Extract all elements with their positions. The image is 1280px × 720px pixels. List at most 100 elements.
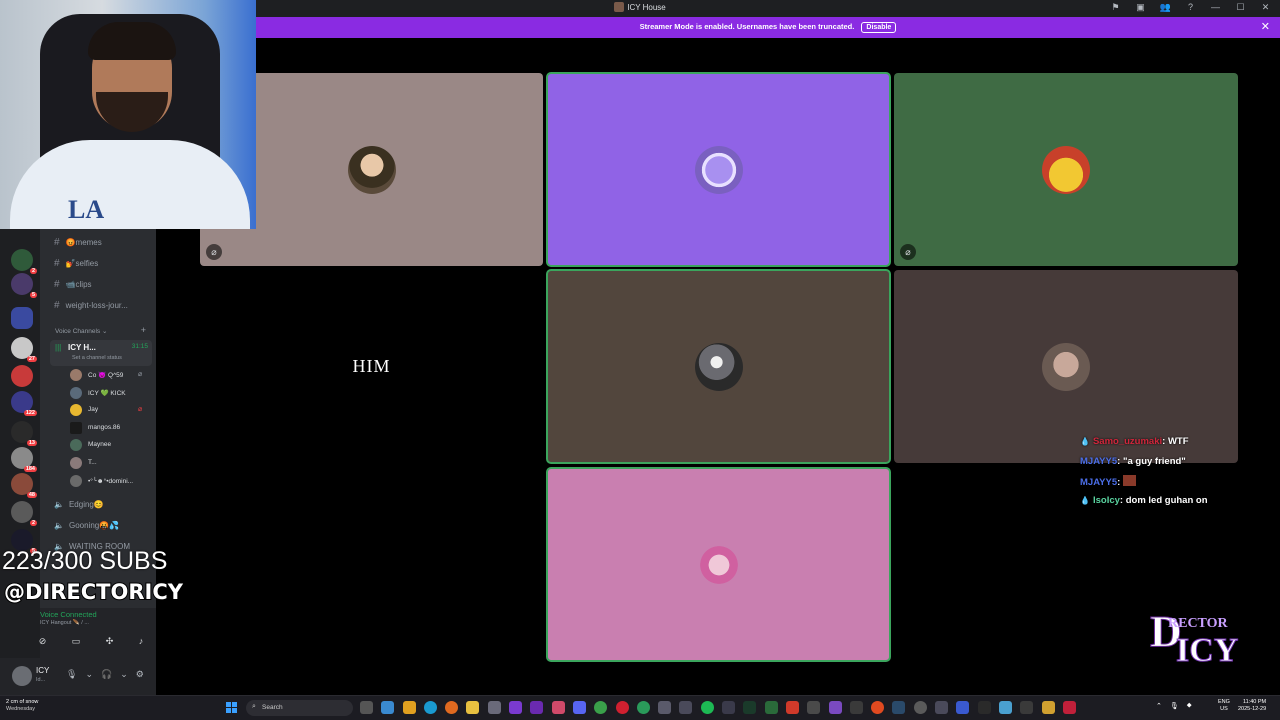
channel-selfies[interactable]: # 💅selfies bbox=[54, 258, 98, 269]
server-icon[interactable]: 2 bbox=[11, 501, 37, 526]
server-icon[interactable] bbox=[11, 365, 33, 387]
video-tile-4[interactable] bbox=[546, 269, 891, 464]
app-icon[interactable] bbox=[828, 701, 842, 714]
participant-avatar bbox=[694, 145, 743, 194]
voice-channel-edging[interactable]: 🔈 Edging😊 bbox=[54, 500, 104, 509]
chevron-down-icon[interactable]: ⌄ bbox=[85, 669, 93, 680]
voice-channels-header[interactable]: Voice Channels ⌄ bbox=[55, 327, 107, 335]
server-icon[interactable]: 122 bbox=[11, 391, 37, 416]
add-channel-icon[interactable]: + bbox=[141, 325, 146, 335]
app-icon[interactable] bbox=[551, 701, 565, 714]
channel-clips[interactable]: # 📹clips bbox=[54, 279, 92, 290]
video-tile-6[interactable] bbox=[546, 467, 891, 662]
app-icon[interactable] bbox=[1020, 701, 1034, 714]
inbox-icon[interactable]: ⚑ bbox=[1109, 2, 1122, 13]
screen-share-icon[interactable]: ▭ bbox=[72, 636, 81, 647]
weather-widget[interactable]: 2 cm of snow Wednesday bbox=[6, 699, 38, 713]
close-icon[interactable]: ✕ bbox=[1259, 2, 1272, 13]
active-voice-channel[interactable]: ||| ICY H... 31:15 Set a channel status bbox=[50, 340, 152, 366]
soundboard-icon[interactable]: ♪ bbox=[139, 636, 144, 647]
server-icon[interactable] bbox=[11, 307, 33, 329]
people-icon[interactable]: 👥 bbox=[1159, 2, 1172, 13]
channel-weight-loss[interactable]: # weight-loss-jour... bbox=[54, 300, 128, 311]
app-icon[interactable] bbox=[871, 701, 885, 714]
hash-icon: # bbox=[54, 279, 60, 290]
server-icon[interactable]: 184 bbox=[11, 447, 37, 472]
video-tile-5[interactable] bbox=[894, 270, 1238, 463]
firefox-icon[interactable] bbox=[445, 701, 459, 714]
language-indicator[interactable]: ENG US bbox=[1218, 699, 1230, 713]
folder-icon[interactable] bbox=[466, 701, 480, 714]
clock[interactable]: 11:40 PM 2025-12-29 bbox=[1238, 699, 1266, 713]
speaker-icon: 🔈 bbox=[54, 521, 64, 530]
banner-message: Streamer Mode is enabled. Usernames have… bbox=[639, 22, 855, 31]
app-icon[interactable] bbox=[679, 701, 693, 714]
server-icon[interactable]: 27 bbox=[11, 337, 37, 362]
streamer-handle: @DIRECTORICY bbox=[3, 579, 184, 605]
app-icon[interactable] bbox=[807, 701, 821, 714]
video-tile-3[interactable]: ⌀ bbox=[894, 73, 1238, 266]
server-icon[interactable]: 5 bbox=[11, 273, 37, 298]
server-icon[interactable]: 2 bbox=[11, 249, 37, 274]
app-icon[interactable] bbox=[785, 701, 799, 714]
task-view-icon[interactable] bbox=[360, 701, 373, 714]
server-icon[interactable]: 48 bbox=[11, 473, 37, 498]
disable-streamer-mode-button[interactable]: Disable bbox=[861, 22, 897, 33]
channel-memes[interactable]: # 😡memes bbox=[54, 237, 102, 248]
streamer-mode-banner: Streamer Mode is enabled. Usernames have… bbox=[256, 17, 1280, 38]
avatar bbox=[70, 475, 82, 487]
app-icon[interactable] bbox=[530, 701, 544, 714]
video-tile-him[interactable]: HIM bbox=[200, 270, 543, 463]
app-icon[interactable] bbox=[658, 701, 672, 714]
voice-connected-channel[interactable]: ICY Hangout 🪶 / ... bbox=[40, 620, 89, 626]
discord-icon[interactable] bbox=[572, 701, 586, 714]
camera-off-icon[interactable]: ⊘ bbox=[39, 636, 47, 647]
app-icon[interactable] bbox=[935, 701, 949, 714]
avatar bbox=[70, 457, 82, 469]
app-icon[interactable] bbox=[1041, 701, 1055, 714]
app-icon[interactable] bbox=[764, 701, 778, 714]
app-icon[interactable] bbox=[636, 701, 650, 714]
app-icon[interactable] bbox=[849, 701, 863, 714]
channel-status[interactable]: Set a channel status bbox=[72, 355, 122, 361]
taskbar-search[interactable]: ⌕ Search bbox=[246, 700, 353, 716]
app-icon[interactable] bbox=[402, 701, 416, 714]
spotify-icon[interactable] bbox=[700, 701, 714, 714]
app-icon[interactable] bbox=[998, 701, 1012, 714]
avatar[interactable] bbox=[12, 666, 32, 686]
edge-icon[interactable] bbox=[423, 701, 437, 714]
help-icon[interactable]: ? bbox=[1184, 2, 1197, 13]
chevron-up-icon[interactable]: ⌃ bbox=[1156, 702, 1162, 710]
app-icon[interactable] bbox=[722, 701, 736, 714]
maximize-icon[interactable]: ☐ bbox=[1234, 2, 1247, 13]
participant-avatar bbox=[347, 145, 396, 194]
app-icon[interactable] bbox=[487, 701, 501, 714]
headphones-icon[interactable]: 🎧 bbox=[101, 669, 112, 680]
windows-start-icon[interactable] bbox=[226, 702, 238, 714]
minimize-icon[interactable]: — bbox=[1209, 2, 1222, 13]
app-icon[interactable] bbox=[381, 701, 395, 714]
app-icon[interactable] bbox=[743, 701, 757, 714]
settings-gear-icon[interactable]: ⚙ bbox=[136, 669, 144, 680]
app-icon[interactable] bbox=[1062, 701, 1076, 714]
chevron-down-icon[interactable]: ⌄ bbox=[120, 669, 128, 680]
video-tile-2[interactable] bbox=[546, 72, 891, 267]
droplet-icon: 💧 bbox=[1080, 495, 1090, 505]
microphone-icon[interactable]: 🎙 bbox=[1170, 702, 1179, 710]
app-icon[interactable]: ⬥ bbox=[1187, 702, 1192, 710]
app-icon[interactable] bbox=[977, 701, 991, 714]
screen-icon[interactable]: ▣ bbox=[1134, 2, 1147, 13]
microphone-icon[interactable]: 🎙 bbox=[66, 669, 77, 680]
hash-icon: # bbox=[54, 237, 60, 248]
app-icon[interactable] bbox=[956, 701, 970, 714]
avatar bbox=[70, 387, 82, 399]
voice-channel-gooning[interactable]: 🔈 Gooning🤬💦 bbox=[54, 521, 119, 530]
opera-icon[interactable] bbox=[615, 701, 629, 714]
chrome-icon[interactable] bbox=[594, 701, 608, 714]
activities-icon[interactable]: ✣ bbox=[106, 636, 114, 647]
app-icon[interactable] bbox=[913, 701, 927, 714]
server-icon[interactable]: 13 bbox=[11, 421, 37, 446]
steam-icon[interactable] bbox=[892, 701, 906, 714]
app-icon[interactable] bbox=[509, 701, 523, 714]
banner-close-icon[interactable]: ✕ bbox=[1261, 20, 1270, 33]
